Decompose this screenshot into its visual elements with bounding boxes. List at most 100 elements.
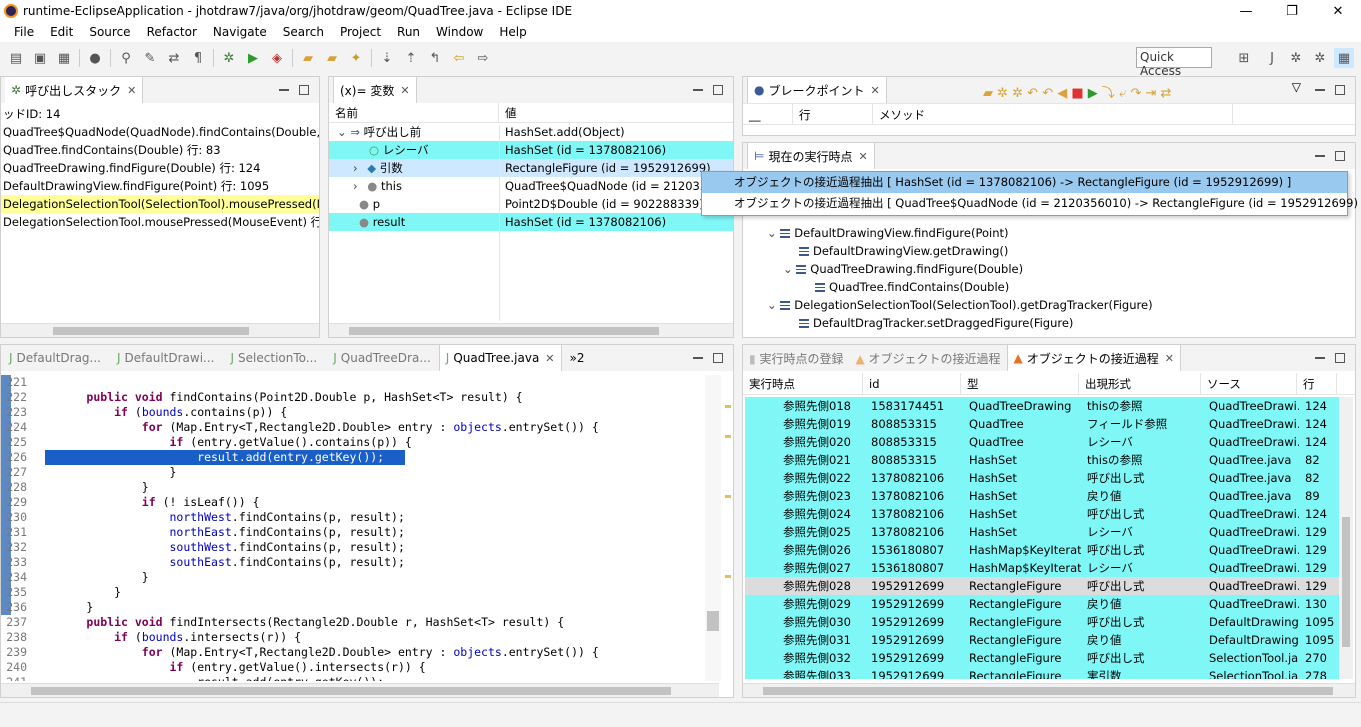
- code-line[interactable]: 240 if (entry.getValue().intersects(r)) …: [1, 660, 705, 675]
- open-project-icon[interactable]: ▰: [322, 48, 342, 68]
- table-row[interactable]: 参照先側028 1952912699 RectangleFigure 呼び出し式 Qua…: [745, 577, 1339, 595]
- table-row[interactable]: 参照先側032 1952912699 RectangleFigure 呼び出し式 Sel…: [745, 649, 1339, 667]
- pen-icon[interactable]: ✎: [140, 48, 160, 68]
- vertical-scrollbar[interactable]: [1339, 397, 1353, 679]
- table-row[interactable]: 参照先側033 1952912699 RectangleFigure 実引数 Selec…: [745, 667, 1339, 679]
- open-folder-icon[interactable]: ▰: [298, 48, 318, 68]
- tab-current-point[interactable]: ⊨ 現在の実行時点 ✕: [747, 143, 875, 169]
- tree-item[interactable]: DefaultDrawingView.getDrawing(): [743, 242, 1355, 260]
- next-annotation-icon[interactable]: ⇣: [377, 48, 397, 68]
- pin-icon[interactable]: ⚲: [116, 48, 136, 68]
- layout-perspective-icon[interactable]: ▦: [1334, 48, 1354, 68]
- code-area[interactable]: 221 222 public void findContains(Point2D.…: [1, 375, 705, 681]
- menu-window[interactable]: Window: [428, 25, 491, 39]
- code-line[interactable]: 224 for (Map.Entry<T,Rectangle2D.Double>…: [1, 420, 705, 435]
- column-line[interactable]: 行: [793, 104, 873, 124]
- code-line[interactable]: 225 if (entry.getValue().contains(p)) {: [1, 435, 705, 450]
- quick-access-input[interactable]: Quick Access: [1136, 47, 1212, 78]
- code-line[interactable]: 237 public void findIntersects(Rectangle…: [1, 615, 705, 630]
- wand-icon[interactable]: ✦: [346, 48, 366, 68]
- minimize-icon[interactable]: [279, 89, 289, 91]
- breakpoint-toolbar-icon[interactable]: ▰ ✲ ✲ ↶ ↶ ◀ ■ ▶ ⤵ ⤶ ↷ ⇥ ⇄: [983, 82, 1171, 101]
- maximize-icon[interactable]: [713, 353, 723, 363]
- close-icon[interactable]: ✕: [400, 84, 409, 97]
- last-edit-icon[interactable]: ↰: [425, 48, 445, 68]
- table-row[interactable]: ● result HashSet (id = 1378082106): [329, 213, 733, 231]
- tab-editor-2[interactable]: J DefaultDrawi...: [109, 351, 223, 365]
- close-icon[interactable]: ✕: [1165, 352, 1174, 365]
- tab-callstack[interactable]: ✲ 呼び出しスタック ✕: [5, 77, 144, 103]
- table-row[interactable]: 参照先側027 1536180807 HashMap$KeyIterat... レシー…: [745, 559, 1339, 577]
- table-row[interactable]: ⌄ ⇒ 呼び出し前 HashSet.add(Object): [329, 123, 733, 141]
- horizontal-scrollbar[interactable]: [1, 683, 719, 697]
- code-line[interactable]: 236 }: [1, 600, 705, 615]
- table-row[interactable]: 参照先側030 1952912699 RectangleFigure 呼び出し式 Def…: [745, 613, 1339, 631]
- minimize-icon[interactable]: [1315, 155, 1325, 157]
- list-item[interactable]: DelegationSelectionTool.mousePressed(Mou…: [1, 213, 319, 231]
- save-icon[interactable]: ▣: [30, 48, 50, 68]
- tab-breakpoints[interactable]: ● ブレークポイント ✕: [747, 77, 887, 103]
- maximize-icon[interactable]: [1335, 151, 1345, 161]
- debug-icon[interactable]: ✲: [219, 48, 239, 68]
- tab-register[interactable]: ▮ 実行時点の登録: [743, 350, 849, 367]
- table-row[interactable]: 参照先側020 808853315 QuadTree レシーバ QuadTreeDraw…: [745, 433, 1339, 451]
- tab-editor-4[interactable]: J QuadTreeDra...: [325, 351, 439, 365]
- tree-item[interactable]: ⌄ DefaultDrawingView.findFigure(Point): [743, 224, 1355, 242]
- maximize-icon[interactable]: [713, 85, 723, 95]
- forward-icon[interactable]: ⇨: [473, 48, 493, 68]
- code-line[interactable]: 229 if (! isLeaf()) {: [1, 495, 705, 510]
- tree-item[interactable]: DefaultDragTracker.setDraggedFigure(Figu…: [743, 314, 1355, 332]
- popup-item-selected[interactable]: オブジェクトの接近過程抽出 [ HashSet (id = 1378082106…: [702, 172, 1347, 193]
- code-line[interactable]: 234 }: [1, 570, 705, 585]
- tree-item[interactable]: ⌄ QuadTreeDrawing.findFigure(Double): [743, 260, 1355, 278]
- minimize-icon[interactable]: [693, 89, 703, 91]
- more-tabs[interactable]: »2: [562, 351, 593, 365]
- coverage-icon[interactable]: ◈: [267, 48, 287, 68]
- code-line[interactable]: 230 northWest.findContains(p, result);: [1, 510, 705, 525]
- code-line[interactable]: 241 result.add(entry.getKey());: [1, 675, 705, 681]
- debug-perspective-icon[interactable]: ✲: [1286, 48, 1306, 68]
- close-icon[interactable]: ✕: [127, 84, 136, 97]
- code-line[interactable]: 239 for (Map.Entry<T,Rectangle2D.Double>…: [1, 645, 705, 660]
- table-row[interactable]: 参照先側021 808853315 HashSet thisの参照 QuadTree.j…: [745, 451, 1339, 469]
- code-line[interactable]: 227 }: [1, 465, 705, 480]
- menu-file[interactable]: File: [6, 25, 42, 39]
- tree-item[interactable]: ⌄ DelegationSelectionTool(SelectionTool)…: [743, 296, 1355, 314]
- save-all-icon[interactable]: ▦: [54, 48, 74, 68]
- close-icon[interactable]: ✕: [871, 84, 880, 97]
- column-id[interactable]: id: [863, 373, 961, 394]
- horizontal-scrollbar[interactable]: [1, 323, 319, 337]
- list-item[interactable]: QuadTreeDrawing.findFigure(Double) 行: 12…: [1, 159, 319, 177]
- column-time[interactable]: 実行時点: [743, 373, 863, 394]
- popup-item[interactable]: オブジェクトの接近過程抽出 [ QuadTree$QuadNode (id = …: [702, 193, 1361, 214]
- code-line[interactable]: 231 northEast.findContains(p, result);: [1, 525, 705, 540]
- java-perspective-icon[interactable]: J: [1262, 48, 1282, 68]
- column-method[interactable]: メソッド: [873, 104, 1233, 124]
- column-value[interactable]: 値: [499, 103, 733, 122]
- open-perspective-icon[interactable]: ⊞: [1234, 48, 1254, 68]
- table-row[interactable]: › ● this QuadTree$QuadNode (id = 2120356…: [329, 177, 733, 195]
- maximize-button[interactable]: ❐: [1269, 0, 1315, 22]
- menu-navigate[interactable]: Navigate: [205, 25, 275, 39]
- minimize-icon[interactable]: [693, 357, 703, 359]
- new-icon[interactable]: ▤: [6, 48, 26, 68]
- column-line[interactable]: 行: [1297, 373, 1337, 394]
- tree-item[interactable]: QuadTree.findContains(Double): [743, 278, 1355, 296]
- code-line[interactable]: 226 result.add(entry.getKey());: [1, 450, 705, 465]
- list-item-selected[interactable]: DelegationSelectionTool(SelectionTool).m…: [1, 195, 319, 213]
- account-icon[interactable]: ●: [85, 48, 105, 68]
- horizontal-scrollbar[interactable]: [329, 323, 733, 337]
- close-window-button[interactable]: ✕: [1315, 0, 1361, 22]
- table-row[interactable]: › ◆ 引数 RectangleFigure (id = 1952912699): [329, 159, 733, 177]
- paragraph-icon[interactable]: ¶: [188, 48, 208, 68]
- close-icon[interactable]: ✕: [858, 150, 867, 163]
- list-item[interactable]: ッドID: 14: [1, 105, 319, 123]
- list-item[interactable]: DefaultDrawingView.findFigure(Point) 行: …: [1, 177, 319, 195]
- menu-run[interactable]: Run: [389, 25, 428, 39]
- menu-project[interactable]: Project: [332, 25, 389, 39]
- menu-refactor[interactable]: Refactor: [139, 25, 205, 39]
- code-line[interactable]: 235 }: [1, 585, 705, 600]
- column-name[interactable]: 名前: [329, 103, 499, 122]
- column-source[interactable]: ソース: [1201, 373, 1297, 394]
- column-form[interactable]: 出現形式: [1079, 373, 1201, 394]
